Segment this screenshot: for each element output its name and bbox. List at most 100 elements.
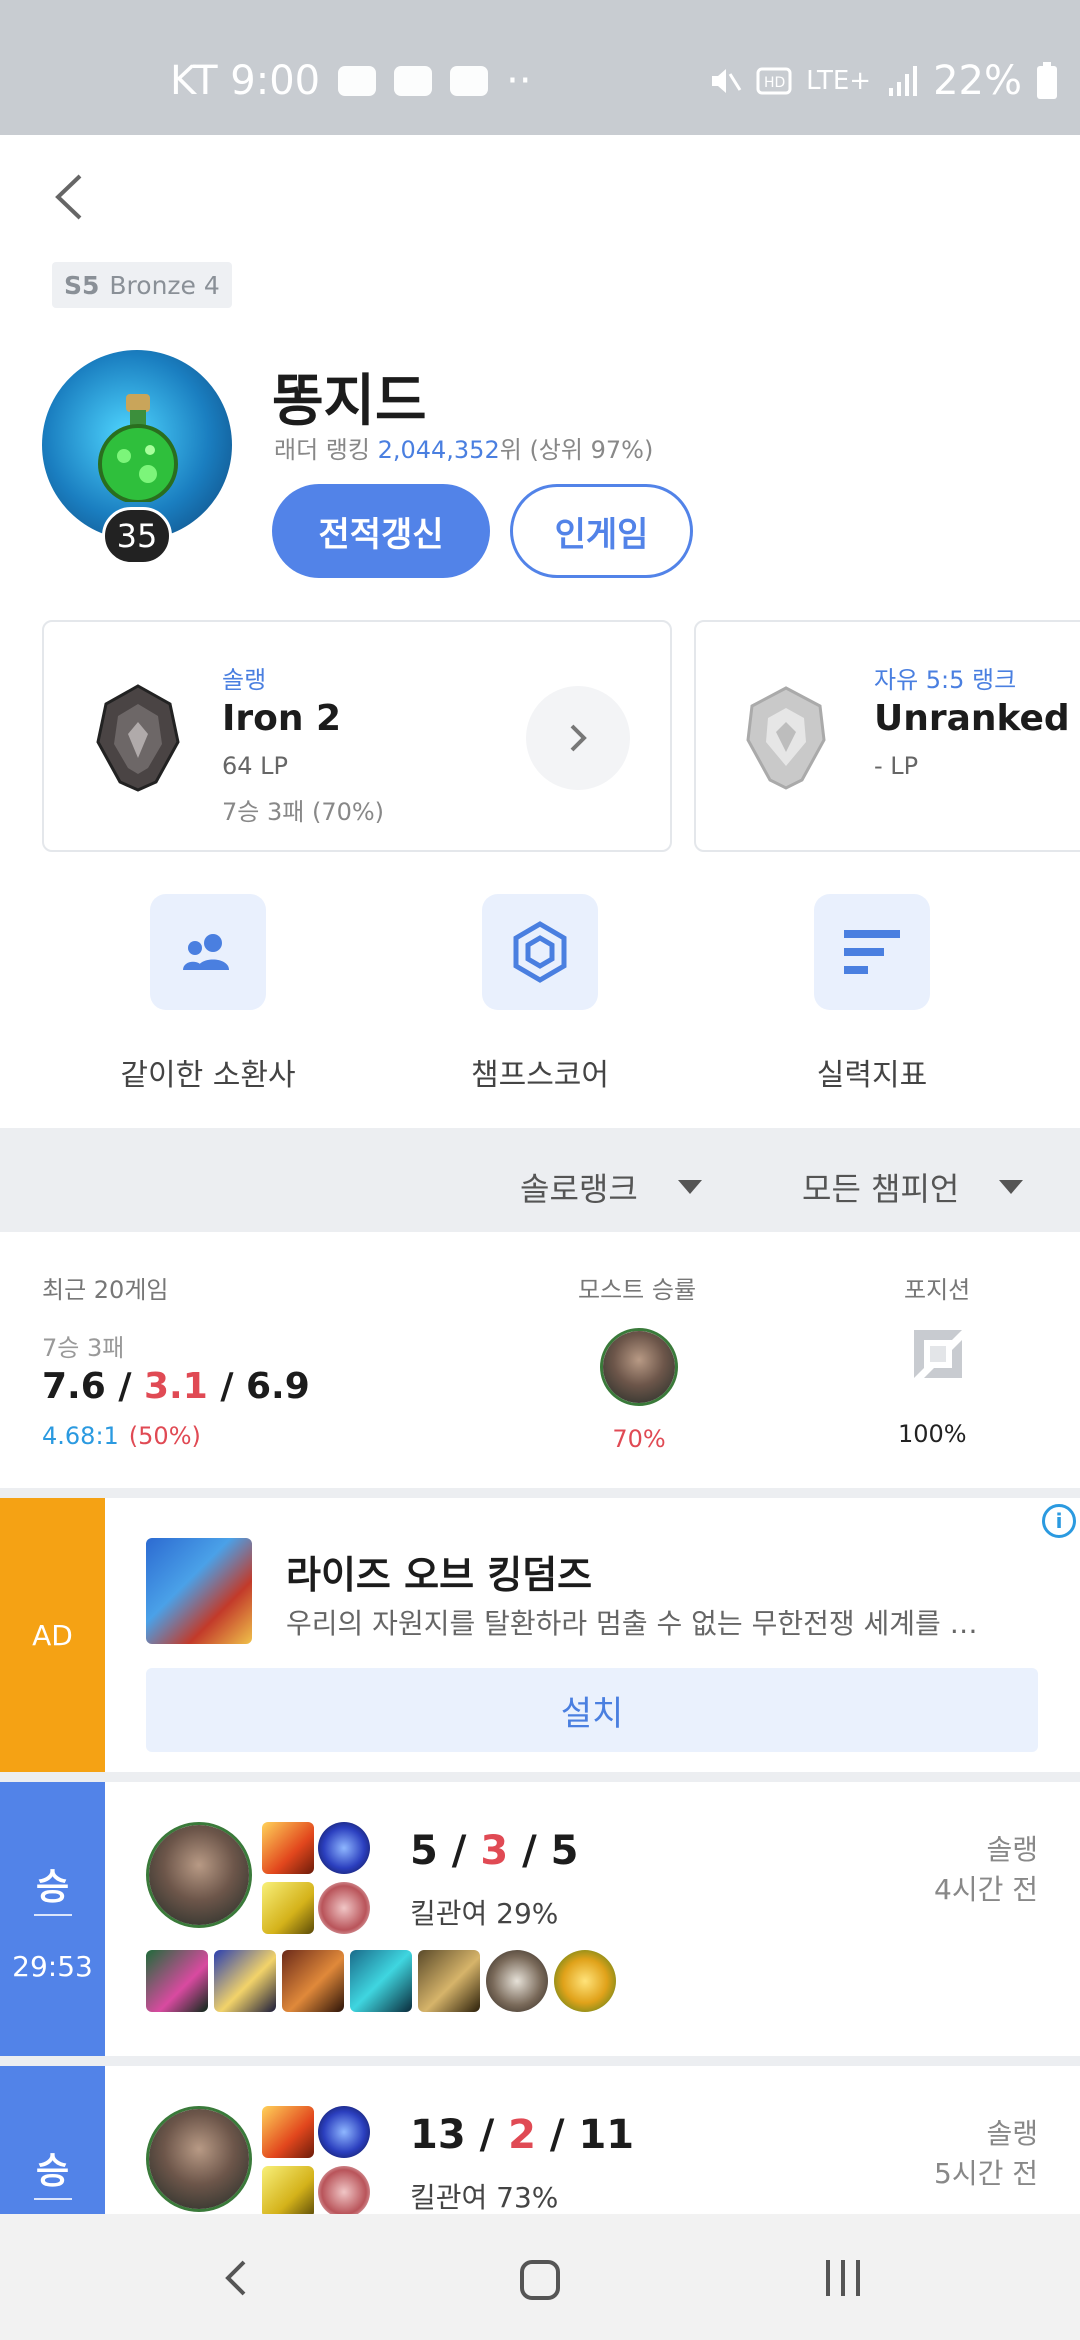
section-divider <box>0 2056 1080 2066</box>
ignite-spell-icon <box>262 2106 314 2158</box>
trinket-icon[interactable] <box>554 1950 616 2012</box>
solo-rank-card[interactable]: 솔랭 Iron 2 64 LP 7승 3패 (70%) <box>42 620 672 852</box>
people-icon <box>183 934 229 970</box>
match-deaths: 3 <box>480 1828 509 1874</box>
ad-tag: AD <box>0 1498 105 1772</box>
match-champion-icon[interactable] <box>146 2106 252 2212</box>
match-result: 승 <box>35 1867 70 1908</box>
item-3-icon[interactable] <box>282 1950 344 2012</box>
section-divider <box>0 1772 1080 1782</box>
rank-queue-label: 솔랭 <box>222 666 267 694</box>
battery-percent: 22% <box>933 58 1022 104</box>
quick-menu-played-with[interactable]: 같이한 소환사 <box>58 894 358 1094</box>
rune-icon <box>318 2106 370 2158</box>
avg-assists: 6.9 <box>246 1366 310 1407</box>
rank-lp: 64 LP <box>222 752 289 780</box>
quick-menu-label: 같이한 소환사 <box>120 1058 296 1093</box>
youtube-notification-icon-2 <box>450 66 489 96</box>
most-champion-winrate: 70% <box>612 1425 666 1453</box>
top-lane-position-icon <box>914 1330 962 1378</box>
champion-filter-dropdown[interactable]: 모든 챔피언 <box>802 1164 1024 1210</box>
recent-winrate: (50%) <box>128 1422 201 1450</box>
match-queue: 솔랭 <box>986 2117 1038 2150</box>
rune-icon <box>318 1822 370 1874</box>
ad-title[interactable]: 라이즈 오브 킹덤즈 <box>286 1544 592 1599</box>
ladder-suffix: 위 (상위 97%) <box>499 436 654 464</box>
ad-app-image[interactable] <box>146 1538 252 1644</box>
ignite-spell-icon <box>262 1822 314 1874</box>
match-duration: 29:53 <box>12 1950 93 1983</box>
secondary-rune-icon <box>318 1882 370 1934</box>
potion-icon <box>98 394 178 502</box>
result-underline <box>34 2198 72 2200</box>
kda-ratio-value: 4.68:1 <box>42 1422 119 1450</box>
gallery-notification-icon <box>394 66 433 96</box>
kda-ratio: 4.68:1 (50%) <box>42 1422 201 1450</box>
item-1-icon[interactable] <box>146 1950 208 2012</box>
item-2-icon[interactable] <box>214 1950 276 2012</box>
chevron-right-icon <box>570 724 587 752</box>
recent-games-label: 최근 20게임 <box>42 1276 169 1304</box>
nav-recents-icon[interactable] <box>822 2258 864 2298</box>
result-underline <box>34 1914 72 1916</box>
back-arrow-icon[interactable] <box>50 172 90 222</box>
position-label: 포지션 <box>904 1276 971 1304</box>
ingame-button[interactable]: 인게임 <box>510 484 693 578</box>
people-icon-box <box>150 894 266 1010</box>
item-5-icon[interactable] <box>418 1950 480 2012</box>
hexagon-icon <box>513 921 567 983</box>
match-champion-icon[interactable] <box>146 1822 252 1928</box>
battery-icon <box>1037 62 1057 99</box>
quick-menu-skill-index[interactable]: 실력지표 <box>722 894 1022 1094</box>
item-6-icon[interactable] <box>486 1950 548 2012</box>
match-kills: 5 <box>410 1828 438 1874</box>
queue-filter-value: 솔로랭크 <box>520 1170 638 1208</box>
hexagon-icon-box <box>482 894 598 1010</box>
avg-deaths: 3.1 <box>144 1366 208 1407</box>
ladder-ranking: 래더 랭킹 2,044,352위 (상위 97%) <box>274 430 653 465</box>
secondary-rune-icon <box>318 2166 370 2218</box>
match-result-strip: 승 29:53 <box>0 1782 105 2056</box>
recent-record: 7승 3패 <box>42 1334 125 1362</box>
kill-participation: 킬관여 29% <box>410 1897 559 1930</box>
nav-home-icon[interactable] <box>518 2258 562 2302</box>
hd-voice-icon: HD <box>756 67 792 95</box>
match-kda: 13 / 2 / 11 <box>410 2112 635 2158</box>
rank-tier: Iron 2 <box>222 698 342 739</box>
rank-tier-flex: Unranked <box>874 698 1070 739</box>
most-champion-icon[interactable] <box>600 1328 678 1406</box>
ad-banner[interactable]: AD 라이즈 오브 킹덤즈 우리의 자원지를 탈환하라 멈출 수 없는 무한전쟁… <box>0 1498 1080 1772</box>
iron-emblem-icon <box>96 684 180 792</box>
quick-menu-champ-score[interactable]: 챔프스코어 <box>390 894 690 1094</box>
quick-menu-label: 실력지표 <box>816 1058 928 1093</box>
season-badge: S5 Bronze 4 <box>52 262 232 308</box>
match-time-ago: 5시간 전 <box>934 2157 1038 2190</box>
item-4-icon[interactable] <box>350 1950 412 2012</box>
nav-back-icon[interactable] <box>220 2258 250 2298</box>
signal-icon <box>889 66 918 96</box>
status-bar: KT 9:00 ·· HD LTE+ 22% <box>0 0 1080 135</box>
match-time-ago: 4시간 전 <box>934 1873 1038 1906</box>
match-kills: 13 <box>410 2112 466 2158</box>
match-assists: 11 <box>578 2112 635 2158</box>
match-assists: 5 <box>550 1828 579 1874</box>
quick-menu-label: 챔프스코어 <box>471 1058 609 1093</box>
ad-info-icon[interactable]: i <box>1042 1504 1076 1538</box>
match-deaths: 2 <box>508 2112 536 2158</box>
status-carrier-time: KT 9:00 <box>170 58 321 104</box>
more-notifications-icon: ·· <box>506 58 532 104</box>
ladder-prefix: 래더 랭킹 <box>274 436 378 464</box>
match-row[interactable]: 승 29:53 5 / 3 / 5 킬관여 29% 솔랭 4시간 전 <box>0 1782 1080 2056</box>
ad-description: 우리의 자원지를 탈환하라 멈출 수 없는 무한전쟁 세계를 … <box>286 1607 978 1640</box>
average-kda: 7.6 / 3.1 / 6.9 <box>42 1366 310 1407</box>
mute-icon <box>712 69 742 93</box>
flash-spell-icon <box>262 1882 314 1934</box>
ad-install-button[interactable]: 설치 <box>146 1668 1038 1752</box>
refresh-record-button[interactable]: 전적갱신 <box>272 484 490 578</box>
rank-detail-button[interactable] <box>526 686 630 790</box>
queue-filter-dropdown[interactable]: 솔로랭크 <box>520 1164 702 1210</box>
champion-filter-value: 모든 챔피언 <box>802 1170 960 1208</box>
flex-rank-card[interactable]: 자유 5:5 랭크 Unranked - LP <box>694 620 1080 852</box>
filter-bar: 솔로랭크 모든 챔피언 <box>0 1128 1080 1232</box>
flash-spell-icon <box>262 2166 314 2218</box>
